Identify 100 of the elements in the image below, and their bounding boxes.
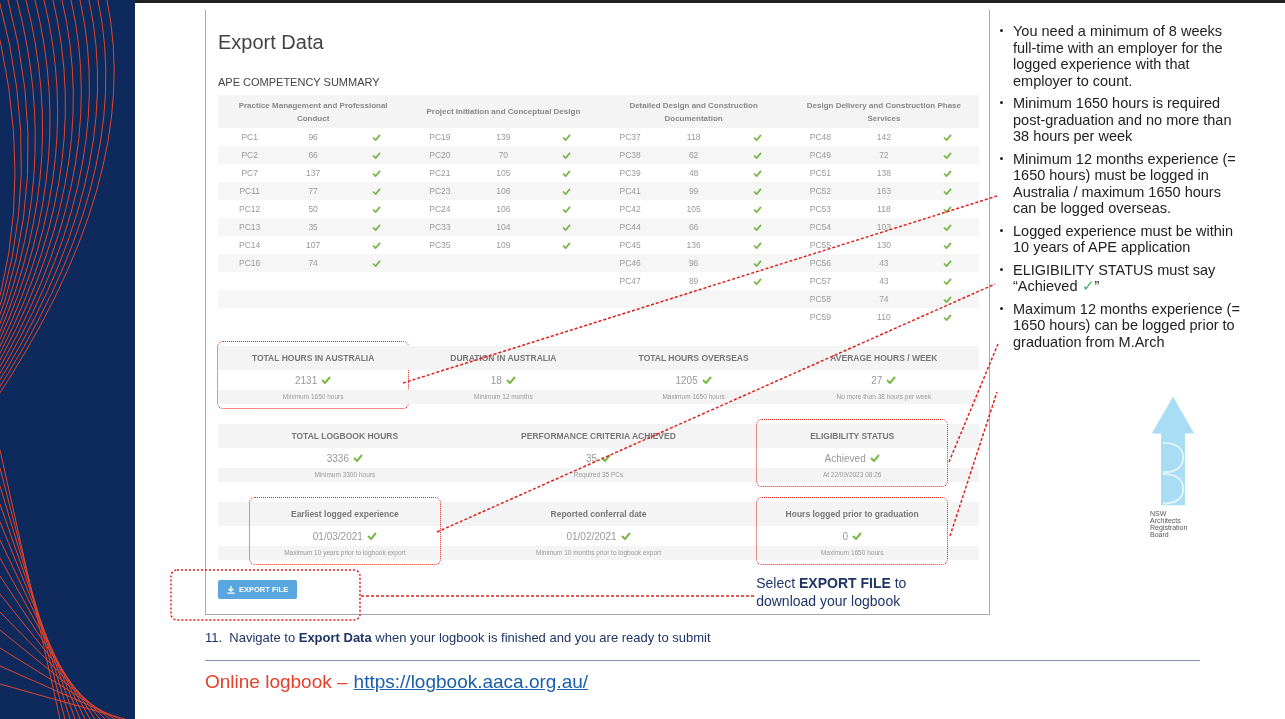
pc-code: PC37	[618, 132, 642, 142]
note-text: Maximum 12 months experience (= 1650 hours) can be logged prior to graduation from M.Arch	[1013, 300, 1241, 350]
pc-code: PC55	[808, 240, 833, 250]
pc-hours: 35	[307, 222, 319, 232]
bullet-icon	[1000, 101, 1003, 104]
pc-code: PC16	[238, 258, 262, 268]
pc-hours: 43	[878, 258, 890, 268]
summary-label: TOTAL HOURS OVERSEAS	[598, 346, 789, 370]
pc-hours: 66	[687, 222, 700, 232]
summary-value: 0	[842, 530, 848, 542]
group-heading: Detailed Design and Construction Documentation	[628, 99, 759, 125]
pc-hours: 96	[687, 258, 700, 268]
pc-hours: 62	[687, 150, 700, 160]
pc-hours: 118	[685, 132, 702, 142]
pc-hours: 139	[495, 132, 512, 142]
pc-code: PC2	[240, 150, 259, 160]
pc-code: PC24	[428, 204, 452, 214]
pc-code: PC54	[808, 222, 833, 232]
note-text: You need a minimum of 8 weeks full-time with an employer for the logged experience with that employer to count.	[1013, 23, 1224, 89]
pc-code: PC41	[618, 186, 642, 196]
pc-code: PC38	[618, 150, 642, 160]
step-instruction: 11. Navigate to Export Data when your logbook is finished and you are ready to submit	[205, 630, 712, 647]
pc-hours: 110	[876, 312, 892, 322]
summary-value: 35	[585, 452, 598, 464]
pc-hours: 43	[878, 276, 890, 286]
bullet-icon	[1000, 306, 1003, 310]
pc-hours: 106	[495, 204, 512, 214]
pc-code: PC53	[808, 204, 833, 214]
group-heading: Practice Management and Professional Conduct	[237, 99, 389, 125]
section-heading: APE COMPETENCY SUMMARY	[218, 76, 381, 88]
download-icon	[227, 585, 235, 594]
pc-code: PC51	[808, 168, 833, 178]
pc-code: PC47	[618, 276, 642, 286]
pc-hours: 142	[875, 132, 892, 142]
pc-hours: 138	[875, 168, 892, 178]
pc-hours: 136	[685, 240, 702, 250]
pc-code: PC45	[618, 240, 642, 250]
pc-code: PC23	[428, 186, 452, 196]
pc-hours: 107	[305, 240, 322, 250]
note-text: Logged experience must be within 10 years of APE application	[1013, 222, 1235, 256]
pc-code: PC56	[808, 258, 833, 268]
pc-code: PC58	[808, 294, 833, 304]
pc-code: PC13	[238, 222, 262, 232]
pc-hours: 50	[307, 204, 319, 214]
page-title: Export Data	[218, 30, 325, 55]
pc-code: PC59	[808, 312, 833, 322]
pc-hours: 109	[495, 240, 512, 250]
summary-value: 2131	[295, 374, 318, 386]
summary-label: Hours logged prior to graduation	[725, 502, 979, 526]
summary-value: 3336	[326, 452, 349, 464]
pc-hours: 130	[875, 240, 892, 250]
pc-hours: 104	[495, 222, 512, 232]
pc-code: PC52	[808, 186, 833, 196]
pc-code: PC33	[428, 222, 452, 232]
pc-hours: 99	[687, 186, 700, 196]
pc-hours: 89	[687, 276, 700, 286]
pc-hours: 106	[495, 186, 512, 196]
summary-label: ELIGIBILITY STATUS	[725, 424, 979, 448]
pc-code: PC46	[618, 258, 642, 268]
pc-code: PC48	[808, 132, 833, 142]
pc-hours: 103	[875, 222, 892, 232]
summary-label: Reported conferral date	[471, 502, 726, 526]
pc-code: PC42	[618, 204, 642, 214]
bullet-icon	[1000, 228, 1003, 232]
pc-code: PC57	[808, 276, 833, 286]
pc-code: PC19	[428, 132, 452, 142]
pc-code: PC7	[240, 168, 259, 178]
bullet-icon	[1000, 29, 1003, 32]
summary-label: Earliest logged experience	[218, 502, 472, 526]
note-text: ELIGIBILITY STATUS must say “Achieved ✓”	[1013, 261, 1217, 295]
pc-hours: 66	[307, 150, 319, 160]
pc-hours: 105	[495, 168, 512, 178]
pc-hours: 77	[307, 186, 319, 196]
summary-value: 18	[490, 374, 502, 386]
pc-hours: 163	[875, 186, 892, 196]
pc-code: PC49	[808, 150, 833, 160]
note-text: Minimum 12 months experience (= 1650 hours) must be logged in Australia / maximum 1650 hours can be logged overseas.	[1013, 150, 1237, 217]
summary-value: 01/03/2021	[312, 530, 363, 542]
pc-hours: 118	[876, 204, 892, 214]
summary-value: 01/02/2021	[566, 530, 617, 542]
summary-label: TOTAL HOURS IN AUSTRALIA	[218, 346, 409, 370]
pc-hours: 74	[307, 258, 319, 268]
summary-value: 27	[871, 374, 883, 386]
note-text: Minimum 1650 hours is required post-graduation and no more than 38 hours per week	[1013, 95, 1233, 145]
pc-code: PC44	[618, 222, 642, 232]
pc-hours: 48	[687, 168, 700, 178]
group-heading: Design Delivery and Construction Phase Services	[805, 99, 962, 125]
group-heading: Project Initiation and Conceptual Design	[425, 106, 582, 118]
summary-label: TOTAL LOGBOOK HOURS	[218, 424, 472, 448]
summary-value: 1205	[675, 374, 698, 386]
summary-value: Achieved	[824, 452, 866, 464]
summary-label: AVERAGE HOURS / WEEK	[788, 346, 979, 370]
pc-code: PC12	[238, 204, 262, 214]
footer-label: Online logbook –	[205, 671, 348, 693]
pc-code: PC21	[428, 168, 452, 178]
logbook-link[interactable]: https://logbook.aaca.org.au/	[353, 671, 589, 693]
pc-code: PC39	[618, 168, 642, 178]
pc-code: PC11	[238, 186, 261, 196]
pc-hours: 96	[307, 132, 319, 142]
pc-hours: 137	[305, 168, 322, 178]
